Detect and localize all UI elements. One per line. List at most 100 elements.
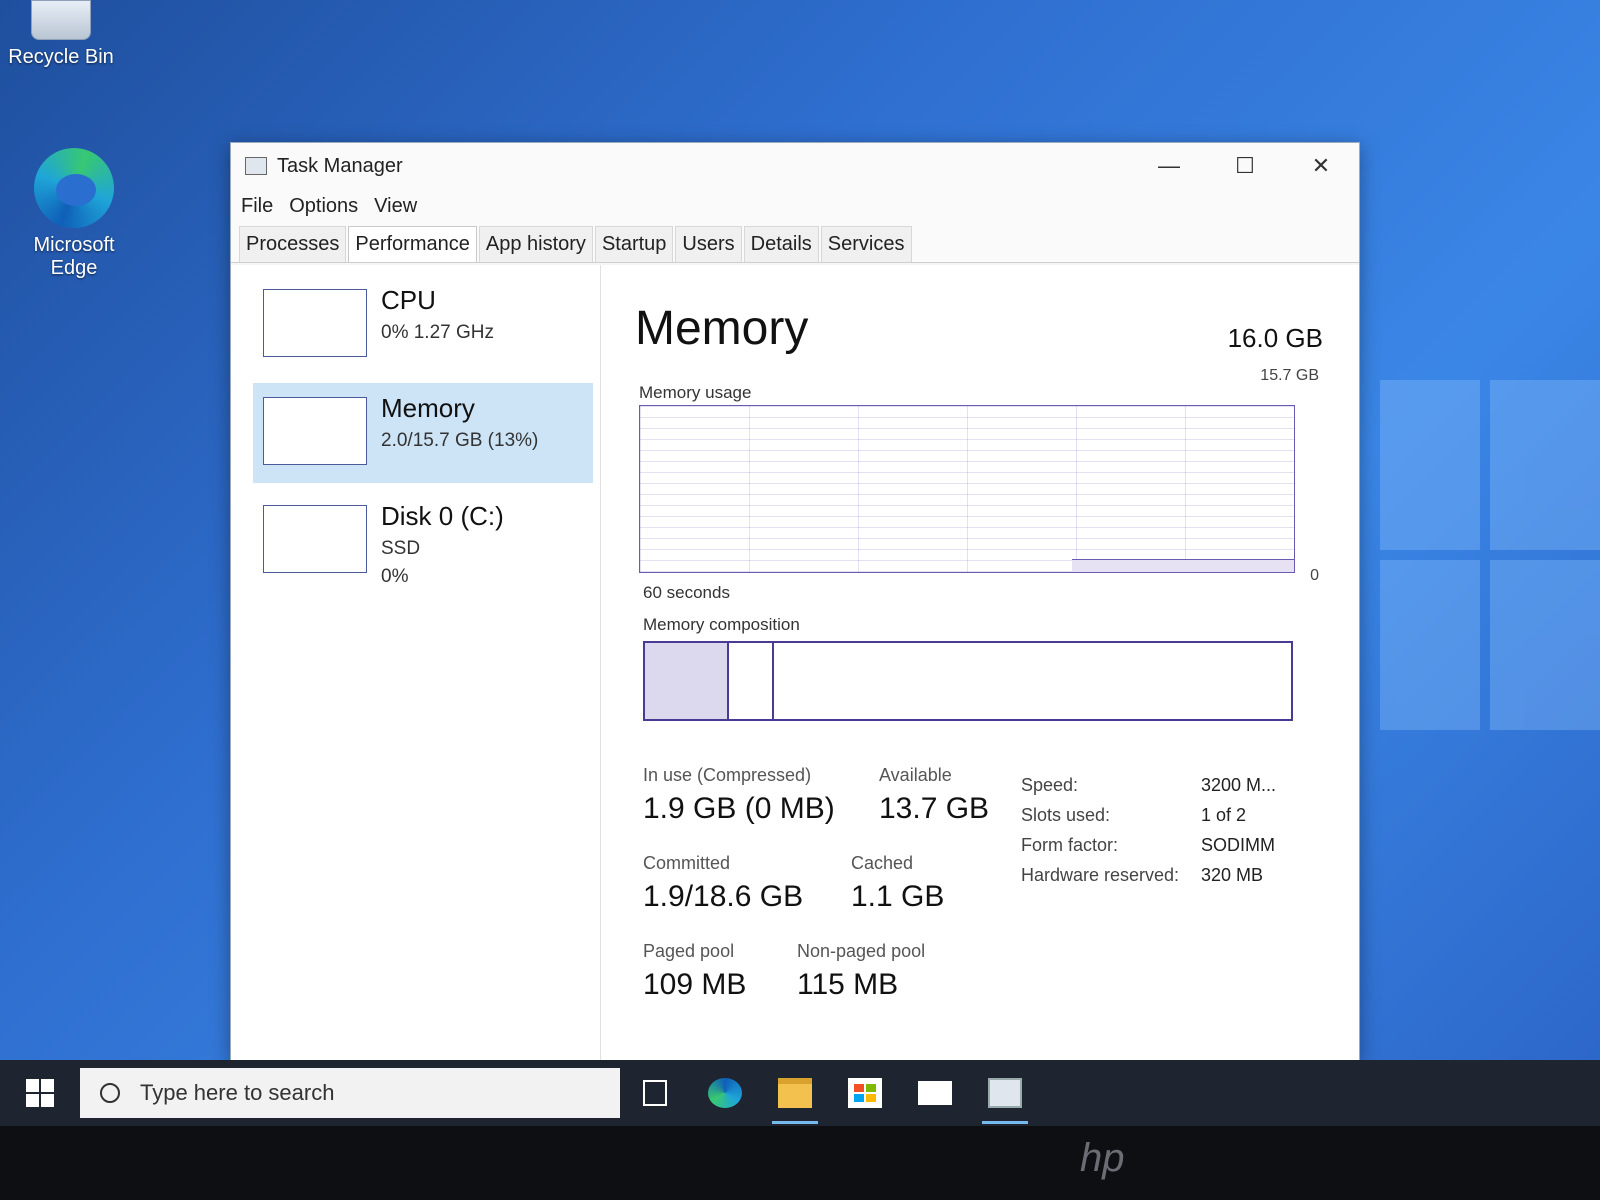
taskbar: Type here to search [0,1060,1600,1126]
title-bar[interactable]: Task Manager — ☐ ✕ [231,143,1359,189]
memory-summary: 2.0/15.7 GB (13%) [381,430,539,451]
store-icon [848,1078,882,1108]
stat-paged-pool: Paged pool 109 MB [643,941,746,1002]
spec-key: Slots used: [1021,805,1111,825]
spec-value: 1 of 2 [1201,805,1247,825]
minimize-button[interactable]: — [1131,153,1207,179]
stat-available: Available 13.7 GB [879,765,989,826]
edge-icon [708,1078,742,1108]
recycle-bin-label: Recycle Bin [8,46,114,68]
memory-title: Memory [381,393,475,423]
cpu-title: CPU [381,285,436,315]
stat-in-use: In use (Compressed) 1.9 GB (0 MB) [643,765,835,826]
menu-options[interactable]: Options [289,195,358,218]
memory-total: 16.0 GB [1227,323,1323,353]
taskbar-edge[interactable] [690,1060,760,1126]
task-manager-icon [988,1078,1022,1108]
in-use-value: 1.9 GB (0 MB) [643,792,835,825]
composition-in-use [645,643,729,719]
cpu-summary: 0% 1.27 GHz [381,322,494,343]
stat-nonpaged-pool: Non-paged pool 115 MB [797,941,925,1002]
nonpaged-pool-value: 115 MB [797,968,899,1001]
edge-icon [34,148,114,228]
search-icon [100,1083,120,1103]
menu-file[interactable]: File [241,195,273,218]
disk-usage: 0% [381,566,409,587]
edge-shortcut[interactable]: Microsoft Edge [14,148,134,280]
spec-row-slots: Slots used: 1 of 2 [1021,805,1276,835]
paged-pool-value: 109 MB [643,968,747,1001]
tab-startup[interactable]: Startup [594,226,674,262]
spec-row-form-factor: Form factor: SODIMM [1021,835,1276,865]
edge-label-line1: Microsoft [33,234,115,256]
resource-cpu[interactable]: CPU 0% 1.27 GHz [253,275,593,375]
laptop-bezel [0,1126,1600,1200]
hp-logo: hp [1080,1136,1125,1180]
mail-icon [918,1081,952,1105]
window-title: Task Manager [277,154,403,177]
recycle-bin-shortcut[interactable]: Recycle Bin [6,0,116,69]
disk-thumbnail-graph [263,505,367,573]
memory-usage-label: Memory usage [639,383,752,402]
available-value: 13.7 GB [879,792,990,825]
tab-processes[interactable]: Processes [239,226,347,262]
taskbar-mail[interactable] [900,1060,970,1126]
memory-specs: Speed: 3200 M... Slots used: 1 of 2 Form… [1021,775,1276,895]
disk-type: SSD [381,538,421,559]
spec-value: 320 MB [1201,865,1264,885]
resource-disk[interactable]: Disk 0 (C:) SSD 0% [253,491,593,591]
tab-details[interactable]: Details [743,226,819,262]
task-view-icon [643,1080,667,1106]
memory-detail-pane: Memory 16.0 GB 15.7 GB Memory usage 60 s… [621,265,1359,1061]
taskbar-task-manager[interactable] [970,1060,1040,1126]
graph-min-label: 0 [1310,567,1319,584]
nonpaged-pool-label: Non-paged pool [797,941,926,961]
spec-row-hardware-reserved: Hardware reserved: 320 MB [1021,865,1276,895]
committed-label: Committed [643,853,731,873]
recycle-bin-icon [31,0,91,40]
start-button[interactable] [0,1060,80,1126]
available-label: Available [879,765,952,785]
stat-cached: Cached 1.1 GB [851,853,944,914]
resource-memory[interactable]: Memory 2.0/15.7 GB (13%) [253,383,593,483]
taskbar-store[interactable] [830,1060,900,1126]
memory-composition-label: Memory composition [643,615,800,634]
edge-label-line2: Edge [50,257,98,279]
menu-view[interactable]: View [374,195,417,218]
tab-services[interactable]: Services [820,226,912,262]
task-manager-icon [245,157,267,175]
task-manager-window: Task Manager — ☐ ✕ File Options View Pro… [230,142,1360,1062]
spec-value: SODIMM [1201,835,1275,855]
search-placeholder: Type here to search [140,1080,335,1105]
spec-key: Form factor: [1021,835,1119,855]
disk-title: Disk 0 (C:) [381,501,504,531]
wallpaper-windows-logo [1360,380,1600,740]
graph-time-label: 60 seconds [643,583,730,602]
maximize-button[interactable]: ☐ [1207,153,1283,179]
taskbar-file-explorer[interactable] [760,1060,830,1126]
tab-strip: Processes Performance App history Startu… [231,223,1359,263]
memory-composition-bar [643,641,1293,721]
tab-performance[interactable]: Performance [348,226,477,262]
graph-max-label: 15.7 GB [1260,367,1319,384]
performance-content: CPU 0% 1.27 GHz Memory 2.0/15.7 GB (13%)… [231,265,1359,1061]
cpu-thumbnail-graph [263,289,367,357]
cached-label: Cached [851,853,914,873]
paged-pool-label: Paged pool [643,941,735,961]
close-button[interactable]: ✕ [1283,153,1359,179]
spec-key: Hardware reserved: [1021,865,1180,885]
in-use-label: In use (Compressed) [643,765,812,785]
cached-value: 1.1 GB [851,880,945,913]
memory-heading: Memory [635,302,809,355]
windows-start-icon [26,1079,54,1107]
tab-app-history[interactable]: App history [478,226,593,262]
committed-value: 1.9/18.6 GB [643,880,804,913]
memory-usage-fill [1071,559,1294,572]
memory-thumbnail-graph [263,397,367,465]
task-view-button[interactable] [620,1060,690,1126]
search-input[interactable]: Type here to search [80,1068,620,1118]
composition-modified [729,643,775,719]
memory-usage-graph [639,405,1295,573]
tab-users[interactable]: Users [675,226,742,262]
stat-committed: Committed 1.9/18.6 GB [643,853,803,914]
